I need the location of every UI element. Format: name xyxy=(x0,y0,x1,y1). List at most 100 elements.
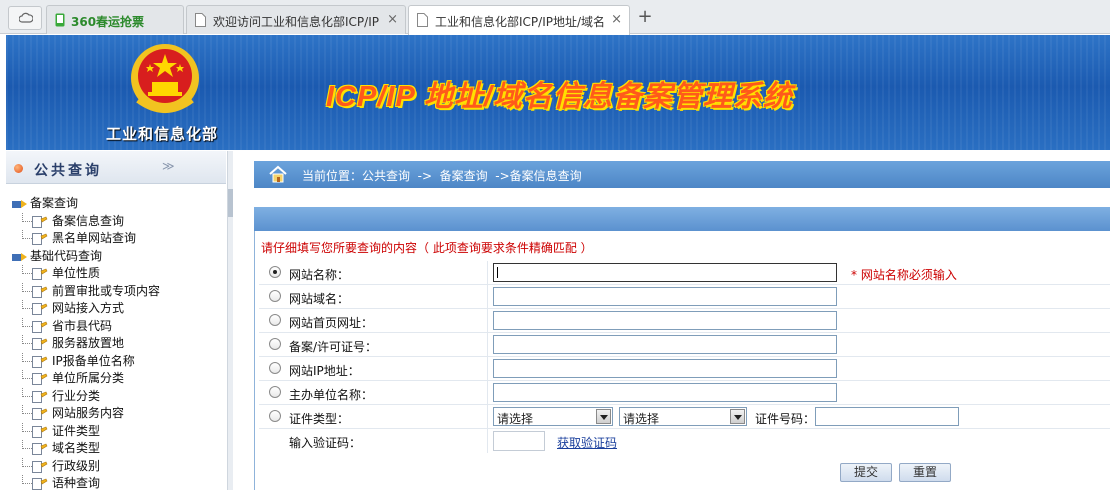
label-cert-number: 证件号码： xyxy=(755,412,816,426)
label-cell: 网站首页网址： xyxy=(259,309,488,333)
sidebar-item-label: 网站服务内容 xyxy=(52,406,125,420)
required-hint: * 网站名称必须输入 xyxy=(851,268,957,282)
cert-type-select[interactable]: 请选择 xyxy=(493,407,613,426)
homepage-input[interactable] xyxy=(493,311,837,330)
sidebar-item[interactable]: 域名类型 xyxy=(10,440,226,458)
sidebar-item-label: 省市县代码 xyxy=(52,318,113,333)
query-form: 请仔细填写您所要查询的内容（ 此项查询要求条件精确匹配 ） 网站名称： * 网站… xyxy=(254,231,1110,490)
sidebar-splitter[interactable] xyxy=(227,151,233,490)
sidebar-item[interactable]: 语种查询 xyxy=(10,475,226,490)
tree-connector xyxy=(22,212,32,222)
tab-welcome[interactable]: 欢迎访问工业和信息化部ICP/IP × xyxy=(186,5,406,34)
label-cell: 输入验证码： xyxy=(259,429,488,453)
select-value: 请选择 xyxy=(623,412,660,426)
system-title: ICP/IP 地址/域名信息备案管理系统 xyxy=(326,81,793,113)
edit-document-icon xyxy=(32,478,48,490)
ministry-name: 工业和信息化部 xyxy=(106,125,219,143)
radio-homepage[interactable] xyxy=(269,314,281,326)
select-value: 请选择 xyxy=(497,412,534,426)
sidebar-group[interactable]: 基础代码查询 xyxy=(10,248,226,266)
sidebar-item[interactable]: 单位所属分类 xyxy=(10,370,226,388)
browser-home-button[interactable] xyxy=(8,6,42,30)
tab-close-icon[interactable]: × xyxy=(611,12,622,27)
radio-ip[interactable] xyxy=(269,362,281,374)
sidebar-item-label: 行业分类 xyxy=(52,388,101,403)
field-row-captcha: 输入验证码： 获取验证码 xyxy=(259,429,1110,453)
sidebar-item-label: 域名类型 xyxy=(52,441,101,455)
sidebar-tree: 备案查询 备案信息查询 黑名单网站查询基础代码查询 单位性质 前置审批或专项内容 网站接入… xyxy=(10,195,226,490)
sidebar-item[interactable]: 备案信息查询 xyxy=(10,212,226,231)
breadcrumb: 当前位置：公共查询 -> 备案查询 ->备案信息查询 xyxy=(254,161,1110,188)
sidebar-item-label: 服务器放置地 xyxy=(52,336,125,350)
sidebar-item[interactable]: IP报备单位名称 xyxy=(10,352,226,371)
sidebar-item[interactable]: 服务器放置地 xyxy=(10,335,226,353)
label-homepage: 网站首页网址： xyxy=(289,316,374,330)
tab-title: 360春运抢票 xyxy=(71,15,145,29)
radio-domain[interactable] xyxy=(269,290,281,302)
label-organizer: 主办单位名称： xyxy=(289,388,374,402)
tree-connector xyxy=(22,300,32,309)
site-name-input[interactable] xyxy=(493,263,837,282)
tree-connector xyxy=(22,475,32,484)
sidebar-item-label: IP报备单位名称 xyxy=(52,353,135,368)
sidebar-item[interactable]: 网站服务内容 xyxy=(10,405,226,423)
splitter-handle[interactable] xyxy=(228,189,233,217)
radio-site-name[interactable] xyxy=(269,266,281,278)
get-captcha-link[interactable]: 获取验证码 xyxy=(557,434,617,451)
label-cell: 网站名称： xyxy=(259,261,488,285)
sidebar-item[interactable]: 省市县代码 xyxy=(10,317,226,336)
tree-connector xyxy=(22,387,32,397)
sidebar-item[interactable]: 行政级别 xyxy=(10,457,226,476)
dropdown-arrow-icon[interactable] xyxy=(730,409,745,424)
sidebar-item[interactable]: 黑名单网站查询 xyxy=(10,230,226,248)
tree-connector xyxy=(22,370,32,379)
cert-subtype-select[interactable]: 请选择 xyxy=(619,407,747,426)
field-row-ip: 网站IP地址： xyxy=(259,357,1110,381)
sidebar-item[interactable]: 网站接入方式 xyxy=(10,300,226,318)
radio-cert[interactable] xyxy=(269,410,281,422)
license-input[interactable] xyxy=(493,335,837,354)
captcha-input[interactable] xyxy=(493,431,545,451)
sidebar-title: 公共查询 xyxy=(34,163,102,179)
sidebar-item-label: 备案信息查询 xyxy=(52,213,125,228)
tab-close-icon[interactable]: × xyxy=(387,12,398,27)
tab-title: 工业和信息化部ICP/IP地址/域名 xyxy=(435,15,606,29)
sidebar-item-label: 网站接入方式 xyxy=(52,301,125,315)
reset-button[interactable]: 重置 xyxy=(899,463,951,482)
field-row-domain: 网站域名： xyxy=(259,285,1110,309)
label-cell: 网站域名： xyxy=(259,285,488,309)
collapse-chevron-icon[interactable]: ≫ xyxy=(162,159,175,173)
sidebar-header[interactable]: 公共查询 ≫ xyxy=(6,151,226,184)
sidebar-item-label: 行政级别 xyxy=(52,458,101,473)
national-emblem-icon xyxy=(131,44,199,113)
dropdown-arrow-icon[interactable] xyxy=(596,409,611,424)
ip-input[interactable] xyxy=(493,359,837,378)
cert-number-input[interactable] xyxy=(815,407,959,426)
tab-title: 欢迎访问工业和信息化部ICP/IP xyxy=(213,15,379,29)
sidebar-item[interactable]: 证件类型 xyxy=(10,422,226,441)
header-banner: 工业和信息化部 ICP/IP 地址/域名信息备案管理系统 xyxy=(6,35,1110,150)
breadcrumb-text: 当前位置：公共查询 -> 备案查询 ->备案信息查询 xyxy=(302,169,582,183)
sidebar-item[interactable]: 前置审批或专项内容 xyxy=(10,282,226,301)
organizer-input[interactable] xyxy=(493,383,837,402)
label-ip: 网站IP地址： xyxy=(289,364,360,378)
tab-360-ticket[interactable]: 360春运抢票 xyxy=(46,5,184,34)
tab-icp-query[interactable]: 工业和信息化部ICP/IP地址/域名 × xyxy=(408,5,630,35)
tree-connector xyxy=(22,282,32,292)
field-row-site-name: 网站名称： * 网站名称必须输入 xyxy=(259,261,1110,285)
sidebar-item[interactable]: 单位性质 xyxy=(10,265,226,283)
submit-button[interactable]: 提交 xyxy=(840,463,892,482)
tree-connector xyxy=(22,352,32,362)
label-cell: 网站IP地址： xyxy=(259,357,488,381)
field-row-cert: 证件类型： 请选择 请选择 证件号码： xyxy=(259,405,1110,429)
sidebar-item-label: 黑名单网站查询 xyxy=(52,231,137,245)
radio-organizer[interactable] xyxy=(269,386,281,398)
sidebar-item[interactable]: 行业分类 xyxy=(10,387,226,406)
field-row-license: 备案/许可证号： xyxy=(259,333,1110,357)
new-tab-button[interactable]: + xyxy=(634,7,656,29)
page-icon xyxy=(195,13,206,30)
radio-license[interactable] xyxy=(269,338,281,350)
tree-connector xyxy=(22,457,32,467)
domain-input[interactable] xyxy=(493,287,837,306)
sidebar-group[interactable]: 备案查询 xyxy=(10,195,226,213)
